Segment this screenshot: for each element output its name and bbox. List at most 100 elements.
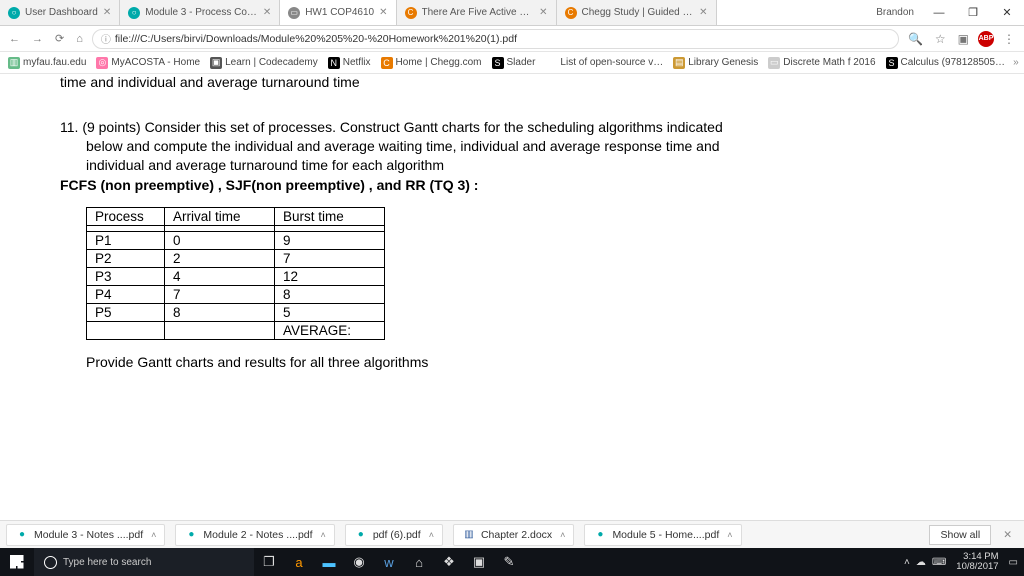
home-button[interactable]: ⌂ [73,33,86,45]
bookmark-item[interactable]: ▭Discrete Math f 2016 [766,57,877,69]
bookmark-label: Home | Chegg.com [396,57,482,68]
browser-tab[interactable]: ○ Module 3 - Process Con… ✕ [120,0,280,25]
close-downloads-bar-button[interactable]: ✕ [997,529,1018,541]
table-row: P585 [87,303,385,321]
cell-arrival: 8 [165,303,275,321]
question-block: 11. (9 points) Consider this set of proc… [60,118,964,175]
system-tray: ˄ ☁ ⌨ 3:14 PM 10/8/2017 ▭ [898,552,1024,572]
bookmarks-overflow-icon[interactable]: » [1013,57,1019,68]
bookmark-item[interactable]: ◎MyACOSTA - Home [94,57,202,69]
table-row: P109 [87,231,385,249]
cell-process: P3 [87,267,165,285]
table-row: P227 [87,249,385,267]
cast-icon[interactable]: ▣ [955,32,972,46]
th-process: Process [87,207,165,225]
task-view-icon[interactable]: ❐ [254,548,284,576]
cell-process: P1 [87,231,165,249]
bookmark-item[interactable]: ▣Learn | Codecademy [208,57,320,69]
tray-chevron-icon[interactable]: ˄ [904,557,910,568]
bookmark-favicon: S [492,57,504,69]
cell-process: P4 [87,285,165,303]
forward-button[interactable]: → [29,33,46,45]
tab-label: Module 3 - Process Con… [145,7,258,18]
browser-tab[interactable]: ○User Dashboard✕ [0,0,120,25]
table-row: P3412 [87,267,385,285]
cell-burst: 7 [275,249,385,267]
truncated-line: time and individual and average turnarou… [60,74,964,90]
tab-close-icon[interactable]: ✕ [379,7,387,18]
menu-icon[interactable]: ⋮ [1000,32,1018,46]
bookmark-item[interactable]: ▤Library Genesis [671,57,760,69]
download-item[interactable]: ▥Chapter 2.docx˄ [453,524,574,546]
algorithms-line: FCFS (non preemptive) , SJF(non preempti… [60,177,964,193]
table-average-row: AVERAGE: [87,321,385,339]
chevron-up-icon: ˄ [151,530,156,540]
bookmark-label: myfau.fau.edu [23,57,86,68]
clock-date: 10/8/2017 [956,562,998,572]
tab-close-icon[interactable]: ✕ [539,7,547,18]
taskbar-search[interactable]: Type here to search [34,548,254,576]
cell-arrival: 0 [165,231,275,249]
taskbar-clock[interactable]: 3:14 PM 10/8/2017 [952,552,1002,572]
cell-arrival: 2 [165,249,275,267]
tray-cloud-icon[interactable]: ☁ [916,557,926,568]
search-placeholder: Type here to search [63,557,151,568]
taskbar-app-icon[interactable]: ✎ [494,548,524,576]
zoom-icon[interactable]: 🔍 [905,32,926,46]
download-item[interactable]: ●Module 3 - Notes ....pdf˄ [6,524,165,546]
tab-favicon: ○ [128,7,140,19]
download-label: Module 3 - Notes ....pdf [34,529,143,541]
browser-tab[interactable]: CChegg Study | Guided S…✕ [557,0,717,25]
taskbar-word-icon[interactable]: w [374,548,404,576]
bookmark-label: List of open-source v… [560,57,663,68]
tab-close-icon[interactable]: ✕ [699,7,707,18]
reload-button[interactable]: ⟳ [52,32,67,45]
windows-icon [10,555,24,569]
bookmark-item[interactable]: SSlader [490,57,538,69]
back-button[interactable]: ← [6,33,23,45]
bookmark-label: Discrete Math f 2016 [783,57,875,68]
window-user-label: Brandon [868,7,922,18]
maximize-button[interactable]: ❐ [956,0,990,25]
download-item[interactable]: ●pdf (6).pdf˄ [345,524,443,546]
star-icon[interactable]: ☆ [932,32,949,46]
download-label: Module 5 - Home....pdf [612,529,719,541]
show-all-downloads-button[interactable]: Show all [929,525,991,545]
question-prefix: 11. (9 points) [60,119,145,135]
taskbar-app-icon[interactable]: ▬ [314,548,344,576]
browser-tab[interactable]: ▭HW1 COP4610✕ [280,0,396,25]
taskbar-store-icon[interactable]: ⌂ [404,548,434,576]
start-button[interactable] [0,555,34,569]
bookmarks-bar: ▥myfau.fau.edu ◎MyACOSTA - Home ▣Learn | C… [0,52,1024,74]
browser-tab[interactable]: CThere Are Five Active Pr…✕ [397,0,557,25]
bookmark-item[interactable]: WList of open-source v… [543,57,665,69]
table-header-row: Process Arrival time Burst time [87,207,385,225]
question-line1: Consider this set of processes. Construc… [145,119,723,135]
taskbar-dropbox-icon[interactable]: ❖ [434,548,464,576]
download-item[interactable]: ●Module 2 - Notes ....pdf˄ [175,524,334,546]
bookmark-favicon: W [545,57,557,69]
window-controls: — ❐ ✕ [922,0,1024,25]
file-icon: ● [593,528,607,542]
bookmark-favicon: ◎ [96,57,108,69]
taskbar-app-icon[interactable]: a [284,548,314,576]
tab-close-icon[interactable]: ✕ [263,7,271,18]
tab-close-icon[interactable]: ✕ [103,7,111,18]
chevron-up-icon: ˄ [727,530,732,540]
close-window-button[interactable]: ✕ [990,0,1024,25]
minimize-button[interactable]: — [922,0,956,25]
taskbar-chrome-icon[interactable]: ◉ [344,548,374,576]
url-field[interactable]: ⓘ file:///C:/Users/birvi/Downloads/Modul… [92,29,899,49]
file-icon: ● [354,528,368,542]
download-item[interactable]: ● Module 5 - Home....pdf ˄ [584,524,741,546]
notifications-icon[interactable]: ▭ [1009,557,1018,568]
bookmark-item[interactable]: CHome | Chegg.com [379,57,484,69]
instruction-line: Provide Gantt charts and results for all… [86,354,964,370]
abp-icon[interactable]: ABP [978,31,994,47]
taskbar-app-icon[interactable]: ▣ [464,548,494,576]
bookmark-label: Calculus (978128505… [901,57,1006,68]
bookmark-item[interactable]: NNetflix [326,57,373,69]
bookmark-item[interactable]: ▥myfau.fau.edu [6,57,88,69]
bookmark-item[interactable]: SCalculus (978128505… [884,57,1008,69]
tray-keyboard-icon[interactable]: ⌨ [932,557,946,568]
